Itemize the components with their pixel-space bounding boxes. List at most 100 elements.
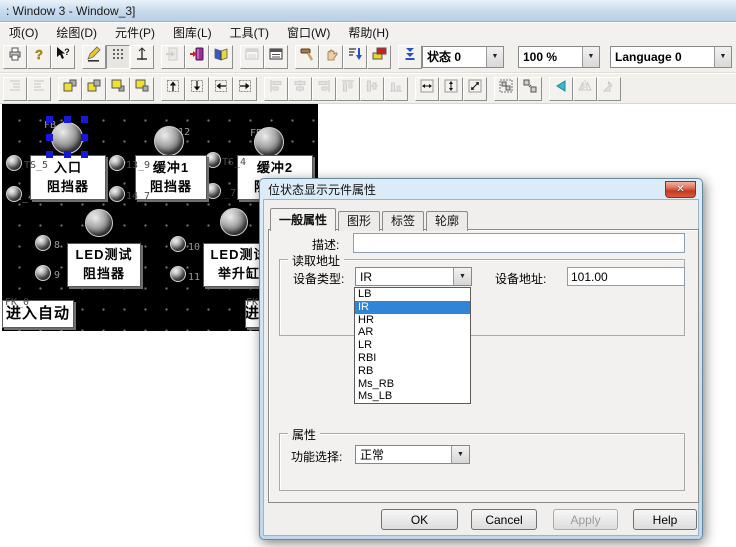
flip-left-button[interactable] — [549, 77, 573, 101]
indicator-knob[interactable] — [170, 266, 186, 282]
indicator-knob[interactable] — [205, 183, 221, 199]
overlap-button[interactable] — [367, 45, 391, 69]
indicator-knob[interactable] — [35, 235, 51, 251]
snap-button[interactable] — [130, 45, 154, 69]
dropdown-option[interactable]: LR — [355, 339, 470, 352]
selection-handle[interactable] — [46, 116, 53, 123]
menu-item[interactable]: 元件(P) — [106, 23, 164, 42]
description-field[interactable] — [353, 233, 685, 253]
download-button[interactable] — [398, 45, 422, 69]
chevron-down-icon[interactable]: ▼ — [453, 268, 471, 285]
dropdown-option[interactable]: IR — [355, 301, 470, 314]
indicator-knob[interactable] — [154, 126, 184, 156]
hammer-button[interactable] — [295, 45, 319, 69]
ungroup-button[interactable] — [518, 77, 542, 101]
context-help-button[interactable]: ? — [51, 45, 75, 69]
help-button[interactable]: ? — [27, 45, 51, 69]
address-tag: TS_5 — [24, 160, 48, 171]
open-library-icon — [213, 46, 229, 67]
layer-back-button[interactable] — [82, 77, 106, 101]
tab-标签[interactable]: 标签 — [382, 211, 424, 231]
zoom-combobox[interactable]: 100 % ▼ — [518, 46, 600, 68]
menu-item[interactable]: 图库(L) — [164, 23, 221, 42]
selection-handle[interactable] — [64, 151, 71, 158]
open-library-button[interactable] — [209, 45, 233, 69]
indicator-knob[interactable] — [205, 152, 221, 168]
menu-item[interactable]: 窗口(W) — [278, 23, 339, 42]
selection-handle[interactable] — [46, 151, 53, 158]
cancel-button[interactable]: Cancel — [471, 509, 537, 530]
function-select-combobox[interactable]: 正常 ▼ — [355, 445, 470, 464]
address-tag: _7 — [224, 188, 236, 199]
selection-handle[interactable] — [46, 134, 53, 141]
close-button[interactable]: ✕ — [665, 181, 696, 198]
address-tag: 13_9 — [126, 160, 150, 171]
state-combobox[interactable]: 状态 0 ▼ — [422, 46, 504, 68]
dialog-title-bar[interactable]: 位状态显示元件属性 — [260, 179, 702, 199]
tab-一般属性[interactable]: 一般属性 — [270, 208, 336, 231]
dropdown-option[interactable]: RBI — [355, 352, 470, 365]
selection-handle[interactable] — [81, 116, 88, 123]
align-middle-button — [360, 77, 384, 101]
indicator-knob[interactable] — [109, 155, 125, 171]
indicator-knob[interactable] — [220, 208, 248, 236]
ok-button[interactable]: OK — [381, 509, 458, 530]
chevron-down-icon[interactable]: ▼ — [451, 446, 469, 463]
dropdown-option[interactable]: HR — [355, 314, 470, 327]
indicator-knob[interactable] — [35, 265, 51, 281]
dropdown-option[interactable]: Ms_RB — [355, 378, 470, 391]
group-button[interactable] — [494, 77, 518, 101]
indicator-knob[interactable] — [254, 127, 284, 157]
device-address-field[interactable] — [567, 267, 685, 286]
nudge-down-button[interactable] — [185, 77, 209, 101]
indicator-knob[interactable] — [51, 122, 83, 154]
menu-item[interactable]: 帮助(H) — [339, 23, 398, 42]
hand-button[interactable] — [319, 45, 343, 69]
device-type-combobox[interactable]: IR ▼ — [355, 267, 472, 286]
report-panel-icon — [268, 46, 284, 67]
indicator-knob[interactable] — [6, 155, 22, 171]
pencil-button[interactable] — [82, 45, 106, 69]
tab-轮廓[interactable]: 轮廓 — [426, 211, 468, 231]
same-height-button[interactable] — [439, 77, 463, 101]
menu-item[interactable]: 项(O) — [0, 23, 47, 42]
indicator-knob[interactable] — [109, 186, 125, 202]
tab-图形[interactable]: 图形 — [338, 211, 380, 231]
printer-button[interactable] — [3, 45, 27, 69]
indicator-knob[interactable] — [6, 186, 22, 202]
selection-handle[interactable] — [81, 151, 88, 158]
selection-handle[interactable] — [64, 116, 71, 123]
attribute-group-title: 属性 — [288, 426, 320, 443]
close-window-icon — [165, 46, 181, 67]
menu-item[interactable]: 绘图(D) — [47, 23, 106, 42]
dropdown-option[interactable]: LB — [355, 288, 470, 301]
help-button[interactable]: Help — [633, 509, 697, 530]
language-combobox[interactable]: Language 0 ▼ — [610, 46, 732, 68]
layer-down-button[interactable] — [130, 77, 154, 101]
dropdown-option[interactable]: Ms_LB — [355, 390, 470, 403]
import-library-button[interactable] — [185, 45, 209, 69]
dropdown-option[interactable]: RB — [355, 365, 470, 378]
same-width-button[interactable] — [415, 77, 439, 101]
nudge-left-button[interactable] — [209, 77, 233, 101]
sort-button[interactable] — [343, 45, 367, 69]
layer-front-button[interactable] — [58, 77, 82, 101]
grid-button[interactable] — [106, 45, 130, 69]
canvas-text-label[interactable]: LED测试阻挡器 — [67, 243, 141, 287]
chevron-down-icon[interactable]: ▼ — [486, 47, 503, 67]
layer-up-button[interactable] — [106, 77, 130, 101]
menu-item[interactable]: 工具(T) — [221, 23, 278, 42]
dropdown-option[interactable]: AR — [355, 326, 470, 339]
chevron-down-icon[interactable]: ▼ — [582, 47, 599, 67]
indicator-knob[interactable] — [85, 209, 113, 237]
indicator-knob[interactable] — [170, 236, 186, 252]
flip-left-icon — [553, 78, 569, 99]
report-panel-button[interactable] — [264, 45, 288, 69]
nudge-right-button[interactable] — [233, 77, 257, 101]
nudge-up-button[interactable] — [161, 77, 185, 101]
layer-up-icon — [110, 78, 126, 99]
same-size-button[interactable] — [463, 77, 487, 101]
selection-handle[interactable] — [81, 134, 88, 141]
same-width-icon — [419, 78, 435, 99]
chevron-down-icon[interactable]: ▼ — [714, 47, 731, 67]
